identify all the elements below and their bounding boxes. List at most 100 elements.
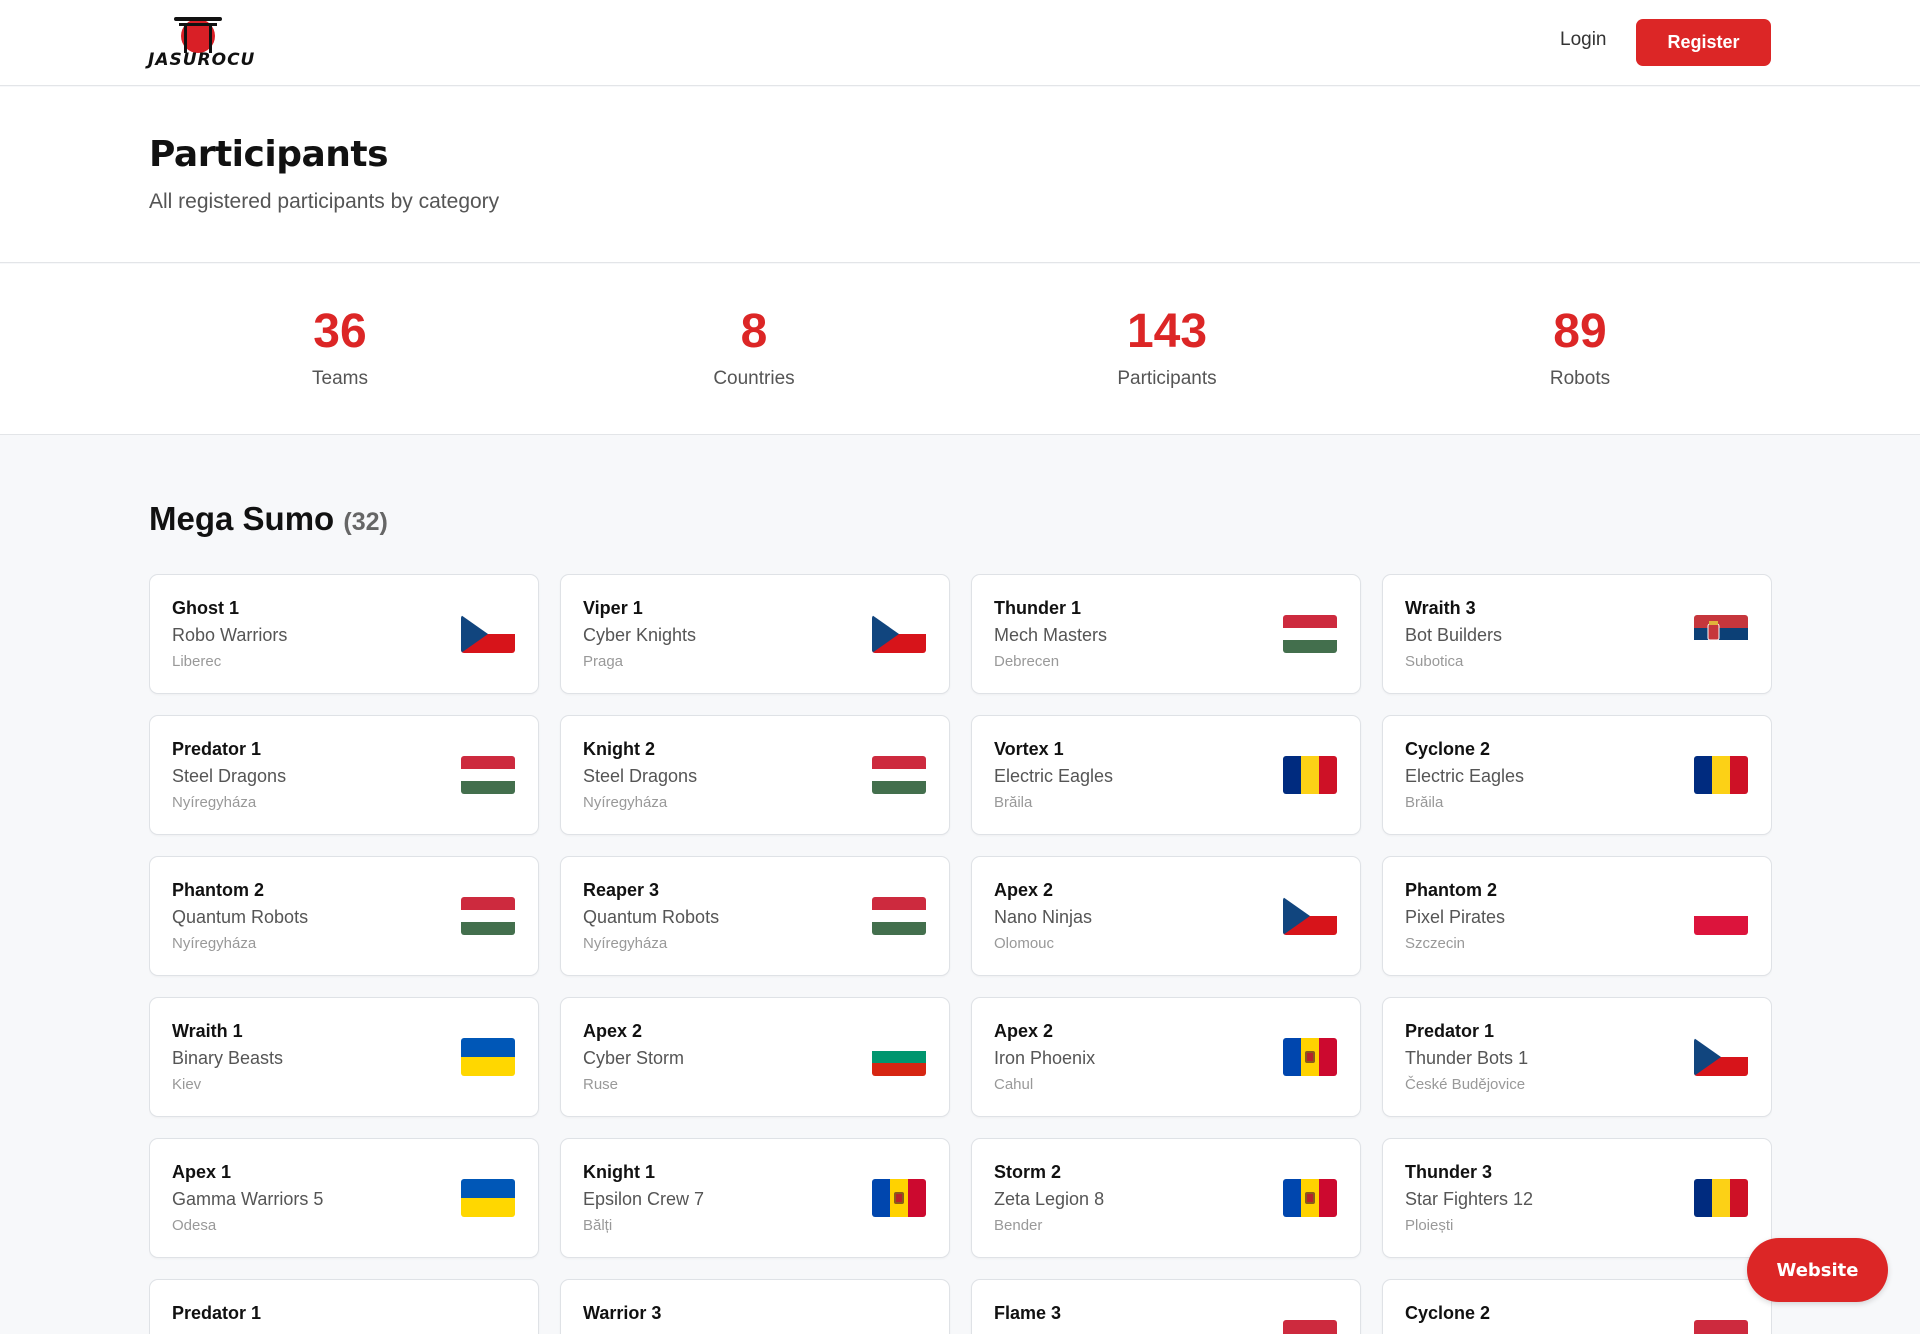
participant-card[interactable]: Thunder 1 Mech Masters Debrecen (971, 574, 1361, 694)
category-name: Mega Sumo (149, 500, 335, 537)
page-subtitle: All registered participants by category (149, 190, 500, 213)
stat-label: Teams (312, 368, 368, 389)
team-name: Quantum Robots (583, 907, 720, 927)
team-name: Thunder Bots 1 (1405, 1048, 1529, 1068)
romania-flag-icon (1694, 756, 1748, 794)
hungary-flag-icon (461, 897, 515, 935)
participant-card[interactable]: Apex 2 Cyber Storm Ruse (560, 997, 950, 1117)
city-name: Brăila (1405, 794, 1444, 811)
city-name: Ploiești (1405, 1217, 1454, 1234)
participant-card[interactable]: Ghost 1 Robo Warriors Liberec (149, 574, 539, 694)
team-name: Gamma Warriors 5 (172, 1189, 324, 1209)
participant-card[interactable]: Wraith 1 Binary Beasts Kiev (149, 997, 539, 1117)
czech-flag-icon (1694, 1038, 1748, 1076)
participant-card[interactable]: Phantom 2 Pixel Pirates Szczecin (1382, 856, 1772, 976)
register-button[interactable]: Register (1636, 19, 1771, 66)
participant-card[interactable]: Apex 1 Gamma Warriors 5 Odesa (149, 1138, 539, 1258)
team-name: Cyber Storm (583, 1048, 685, 1068)
city-name: Brăila (994, 794, 1033, 811)
participant-card[interactable]: Flame 3 (971, 1279, 1361, 1334)
city-name: Cahul (994, 1076, 1034, 1093)
participant-card[interactable]: Knight 2 Steel Dragons Nyíregyháza (560, 715, 950, 835)
city-name: Debrecen (994, 653, 1060, 670)
team-name: Steel Dragons (172, 766, 287, 786)
participant-card[interactable]: Storm 2 Zeta Legion 8 Bender (971, 1138, 1361, 1258)
stat-label: Robots (1549, 368, 1611, 389)
robot-name: Apex 2 (994, 880, 1054, 900)
logo[interactable]: JASUROCU (148, 14, 254, 72)
robot-name: Predator 1 (1405, 1021, 1495, 1041)
participant-card[interactable]: Cyclone 2 Electric Eagles Brăila (1382, 715, 1772, 835)
team-name: Electric Eagles (1405, 766, 1525, 786)
city-name: Praga (583, 653, 624, 670)
robot-name: Wraith 3 (1405, 598, 1476, 618)
moldova-flag-icon (872, 1179, 926, 1217)
participant-card[interactable]: Apex 2 Iron Phoenix Cahul (971, 997, 1361, 1117)
romania-flag-icon (1694, 1179, 1748, 1217)
city-name: Liberec (172, 653, 222, 670)
robot-name: Apex 1 (172, 1162, 232, 1182)
robot-name: Storm 2 (994, 1162, 1062, 1182)
page-title: Participants (149, 134, 389, 175)
robot-name: Ghost 1 (172, 598, 240, 618)
torii-logo-icon (174, 17, 222, 53)
team-name: Steel Dragons (583, 766, 698, 786)
participant-card[interactable]: Phantom 2 Quantum Robots Nyíregyháza (149, 856, 539, 976)
robot-name: Viper 1 (583, 598, 643, 618)
city-name: Ruse (583, 1076, 619, 1093)
robot-name: Apex 2 (583, 1021, 643, 1041)
participant-card[interactable]: Thunder 3 Star Fighters 12 Ploiești (1382, 1138, 1772, 1258)
participant-card[interactable]: Predator 1 Thunder Bots 1 České Budějovice (1382, 997, 1772, 1117)
stat-countries: 8 Countries (604, 304, 904, 390)
participant-card[interactable]: Warrior 3 (560, 1279, 950, 1334)
stat-label: Countries (713, 368, 795, 389)
team-name: Robo Warriors (172, 625, 288, 645)
participant-card[interactable]: Cyclone 2 (1382, 1279, 1772, 1334)
czech-flag-icon (872, 615, 926, 653)
robot-name: Thunder 3 (1405, 1162, 1493, 1182)
participant-card[interactable]: Predator 1 Steel Dragons Nyíregyháza (149, 715, 539, 835)
city-name: Odesa (172, 1217, 217, 1234)
stat-robots: 89 Robots (1430, 304, 1730, 390)
website-button[interactable]: Website (1747, 1238, 1888, 1302)
city-name: Nyíregyháza (172, 935, 257, 952)
robot-name: Knight 1 (583, 1162, 655, 1182)
team-name: Star Fighters 12 (1405, 1189, 1534, 1209)
city-name: Kiev (172, 1076, 202, 1093)
stat-label: Participants (1117, 368, 1217, 389)
participant-card[interactable]: Predator 1 (149, 1279, 539, 1334)
poland-flag-icon (1694, 897, 1748, 935)
category-count: (32) (343, 508, 388, 536)
participant-card[interactable]: Knight 1 Epsilon Crew 7 Bălți (560, 1138, 950, 1258)
city-name: Olomouc (994, 935, 1055, 952)
romania-flag-icon (1283, 756, 1337, 794)
participant-card[interactable]: Viper 1 Cyber Knights Praga (560, 574, 950, 694)
participant-card[interactable]: Reaper 3 Quantum Robots Nyíregyháza (560, 856, 950, 976)
city-name: Nyíregyháza (583, 794, 668, 811)
participant-card[interactable]: Vortex 1 Electric Eagles Brăila (971, 715, 1361, 835)
team-name: Mech Masters (994, 625, 1108, 645)
robot-name: Phantom 2 (1405, 880, 1498, 900)
login-link[interactable]: Login (1560, 29, 1607, 51)
team-name: Pixel Pirates (1405, 907, 1506, 927)
participant-card[interactable]: Wraith 3 Bot Builders Subotica (1382, 574, 1772, 694)
team-name: Binary Beasts (172, 1048, 284, 1068)
participant-card[interactable]: Apex 2 Nano Ninjas Olomouc (971, 856, 1361, 976)
country-flag-icon (1283, 1320, 1337, 1334)
team-name: Iron Phoenix (994, 1048, 1096, 1068)
city-name: Subotica (1405, 653, 1464, 670)
stat-value: 143 (1126, 305, 1208, 358)
stat-value: 8 (740, 305, 768, 358)
serbia-flag-icon (1694, 615, 1748, 653)
robot-name: Predator 1 (172, 739, 262, 759)
robot-name: Phantom 2 (172, 880, 265, 900)
city-name: Szczecin (1405, 935, 1466, 952)
team-name: Electric Eagles (994, 766, 1114, 786)
hungary-flag-icon (461, 756, 515, 794)
robot-name: Reaper 3 (583, 880, 660, 900)
robot-name: Wraith 1 (172, 1021, 243, 1041)
page-header: Participants All registered participants… (0, 87, 1920, 263)
top-nav: JASUROCU Login Register (0, 0, 1920, 86)
czech-flag-icon (461, 615, 515, 653)
city-name: České Budějovice (1405, 1076, 1526, 1093)
